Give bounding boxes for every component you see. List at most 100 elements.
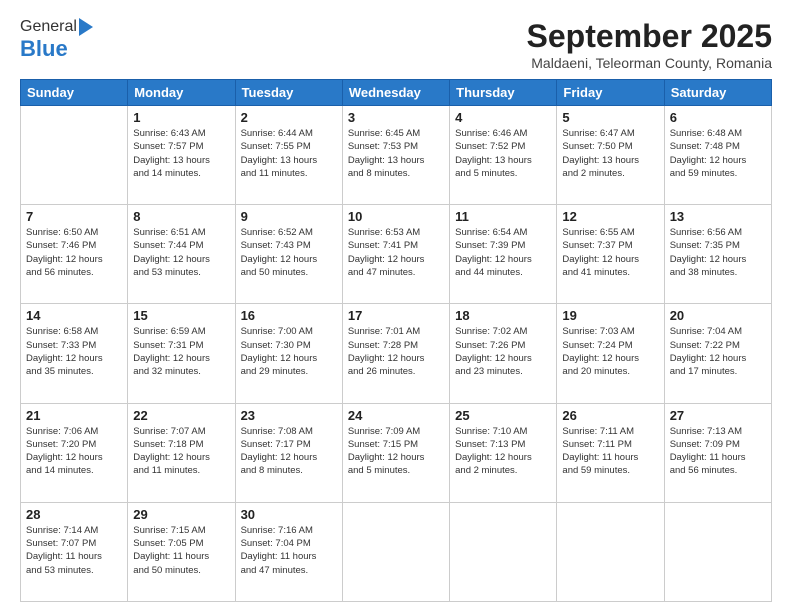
day-of-week-header: Tuesday (235, 80, 342, 106)
day-number: 7 (26, 209, 122, 224)
day-info: Sunrise: 7:14 AMSunset: 7:07 PMDaylight:… (26, 524, 122, 577)
calendar-cell (342, 502, 449, 601)
day-info: Sunrise: 7:09 AMSunset: 7:15 PMDaylight:… (348, 425, 444, 478)
day-info: Sunrise: 6:55 AMSunset: 7:37 PMDaylight:… (562, 226, 658, 279)
day-number: 29 (133, 507, 229, 522)
day-number: 23 (241, 408, 337, 423)
calendar-cell: 21 Sunrise: 7:06 AMSunset: 7:20 PMDayligh… (21, 403, 128, 502)
day-number: 21 (26, 408, 122, 423)
day-info: Sunrise: 7:01 AMSunset: 7:28 PMDaylight:… (348, 325, 444, 378)
day-info: Sunrise: 6:58 AMSunset: 7:33 PMDaylight:… (26, 325, 122, 378)
day-info: Sunrise: 6:45 AMSunset: 7:53 PMDaylight:… (348, 127, 444, 180)
day-number: 12 (562, 209, 658, 224)
calendar-cell: 30Sunrise: 7:16 AMSunset: 7:04 PMDayligh… (235, 502, 342, 601)
calendar-cell: 5 Sunrise: 6:47 AMSunset: 7:50 PMDaylight… (557, 106, 664, 205)
day-of-week-header: Thursday (450, 80, 557, 106)
calendar-cell: 19Sunrise: 7:03 AMSunset: 7:24 PMDayligh… (557, 304, 664, 403)
calendar-cell: 3Sunrise: 6:45 AMSunset: 7:53 PMDaylight… (342, 106, 449, 205)
subtitle: Maldaeni, Teleorman County, Romania (527, 55, 772, 71)
calendar-cell (21, 106, 128, 205)
calendar-cell: 2Sunrise: 6:44 AMSunset: 7:55 PMDaylight… (235, 106, 342, 205)
calendar-week-row: 14 Sunrise: 6:58 AMSunset: 7:33 PMDayligh… (21, 304, 772, 403)
day-of-week-header: Monday (128, 80, 235, 106)
day-info: Sunrise: 6:43 AMSunset: 7:57 PMDaylight:… (133, 127, 229, 180)
day-of-week-header: Sunday (21, 80, 128, 106)
calendar-cell: 10Sunrise: 6:53 AMSunset: 7:41 PMDayligh… (342, 205, 449, 304)
day-info: Sunrise: 6:50 AMSunset: 7:46 PMDaylight:… (26, 226, 122, 279)
day-of-week-header: Wednesday (342, 80, 449, 106)
day-number: 26 (562, 408, 658, 423)
calendar-cell: 13Sunrise: 6:56 AMSunset: 7:35 PMDayligh… (664, 205, 771, 304)
day-info: Sunrise: 7:04 AMSunset: 7:22 PMDaylight:… (670, 325, 766, 378)
calendar-week-row: 7 Sunrise: 6:50 AMSunset: 7:46 PMDaylight… (21, 205, 772, 304)
calendar-cell (664, 502, 771, 601)
day-number: 2 (241, 110, 337, 125)
calendar-cell: 23 Sunrise: 7:08 AMSunset: 7:17 PMDayligh… (235, 403, 342, 502)
day-number: 15 (133, 308, 229, 323)
calendar-cell: 28 Sunrise: 7:14 AMSunset: 7:07 PMDayligh… (21, 502, 128, 601)
day-number: 16 (241, 308, 337, 323)
day-of-week-header: Saturday (664, 80, 771, 106)
day-number: 17 (348, 308, 444, 323)
day-info: Sunrise: 7:07 AMSunset: 7:18 PMDaylight:… (133, 425, 229, 478)
calendar-cell: 14 Sunrise: 6:58 AMSunset: 7:33 PMDayligh… (21, 304, 128, 403)
day-info: Sunrise: 6:46 AMSunset: 7:52 PMDaylight:… (455, 127, 551, 180)
day-number: 6 (670, 110, 766, 125)
day-number: 14 (26, 308, 122, 323)
calendar-cell: 16 Sunrise: 7:00 AMSunset: 7:30 PMDayligh… (235, 304, 342, 403)
title-area: September 2025 Maldaeni, Teleorman Count… (527, 18, 772, 71)
day-of-week-header: Friday (557, 80, 664, 106)
day-info: Sunrise: 7:00 AMSunset: 7:30 PMDaylight:… (241, 325, 337, 378)
calendar-week-row: 21 Sunrise: 7:06 AMSunset: 7:20 PMDayligh… (21, 403, 772, 502)
calendar-cell (557, 502, 664, 601)
day-info: Sunrise: 6:47 AMSunset: 7:50 PMDaylight:… (562, 127, 658, 180)
calendar-cell: 29 Sunrise: 7:15 AMSunset: 7:05 PMDayligh… (128, 502, 235, 601)
day-info: Sunrise: 7:13 AMSunset: 7:09 PMDaylight:… (670, 425, 766, 478)
day-number: 13 (670, 209, 766, 224)
day-info: Sunrise: 7:15 AMSunset: 7:05 PMDaylight:… (133, 524, 229, 577)
day-info: Sunrise: 6:54 AMSunset: 7:39 PMDaylight:… (455, 226, 551, 279)
day-number: 28 (26, 507, 122, 522)
day-number: 4 (455, 110, 551, 125)
logo-blue-text: Blue (20, 36, 68, 62)
day-info: Sunrise: 7:10 AMSunset: 7:13 PMDaylight:… (455, 425, 551, 478)
day-number: 11 (455, 209, 551, 224)
day-number: 1 (133, 110, 229, 125)
calendar-week-row: 28 Sunrise: 7:14 AMSunset: 7:07 PMDayligh… (21, 502, 772, 601)
page: General Blue September 2025 Maldaeni, Te… (0, 0, 792, 612)
day-number: 10 (348, 209, 444, 224)
day-info: Sunrise: 6:48 AMSunset: 7:48 PMDaylight:… (670, 127, 766, 180)
calendar-cell: 15Sunrise: 6:59 AMSunset: 7:31 PMDayligh… (128, 304, 235, 403)
calendar-cell: 18Sunrise: 7:02 AMSunset: 7:26 PMDayligh… (450, 304, 557, 403)
day-info: Sunrise: 6:51 AMSunset: 7:44 PMDaylight:… (133, 226, 229, 279)
header: General Blue September 2025 Maldaeni, Te… (20, 18, 772, 71)
day-number: 9 (241, 209, 337, 224)
calendar-cell: 24 Sunrise: 7:09 AMSunset: 7:15 PMDayligh… (342, 403, 449, 502)
logo-arrow-icon (79, 18, 93, 36)
calendar-cell: 12 Sunrise: 6:55 AMSunset: 7:37 PMDayligh… (557, 205, 664, 304)
calendar-cell: 11 Sunrise: 6:54 AMSunset: 7:39 PMDayligh… (450, 205, 557, 304)
day-number: 5 (562, 110, 658, 125)
day-number: 27 (670, 408, 766, 423)
calendar-cell: 22Sunrise: 7:07 AMSunset: 7:18 PMDayligh… (128, 403, 235, 502)
calendar-cell: 7 Sunrise: 6:50 AMSunset: 7:46 PMDaylight… (21, 205, 128, 304)
day-number: 24 (348, 408, 444, 423)
logo: General Blue (20, 18, 93, 62)
calendar-header-row: SundayMondayTuesdayWednesdayThursdayFrid… (21, 80, 772, 106)
day-info: Sunrise: 7:08 AMSunset: 7:17 PMDaylight:… (241, 425, 337, 478)
calendar-cell: 27 Sunrise: 7:13 AMSunset: 7:09 PMDayligh… (664, 403, 771, 502)
day-number: 30 (241, 507, 337, 522)
day-info: Sunrise: 6:52 AMSunset: 7:43 PMDaylight:… (241, 226, 337, 279)
calendar-cell: 26Sunrise: 7:11 AMSunset: 7:11 PMDayligh… (557, 403, 664, 502)
logo-general-text: General (20, 18, 77, 36)
calendar-cell: 6 Sunrise: 6:48 AMSunset: 7:48 PMDaylight… (664, 106, 771, 205)
calendar-cell: 20 Sunrise: 7:04 AMSunset: 7:22 PMDayligh… (664, 304, 771, 403)
day-number: 19 (562, 308, 658, 323)
calendar-cell: 1 Sunrise: 6:43 AMSunset: 7:57 PMDaylight… (128, 106, 235, 205)
month-title: September 2025 (527, 18, 772, 55)
calendar-cell: 4 Sunrise: 6:46 AMSunset: 7:52 PMDaylight… (450, 106, 557, 205)
day-number: 25 (455, 408, 551, 423)
day-info: Sunrise: 7:06 AMSunset: 7:20 PMDaylight:… (26, 425, 122, 478)
calendar-week-row: 1 Sunrise: 6:43 AMSunset: 7:57 PMDaylight… (21, 106, 772, 205)
day-number: 20 (670, 308, 766, 323)
